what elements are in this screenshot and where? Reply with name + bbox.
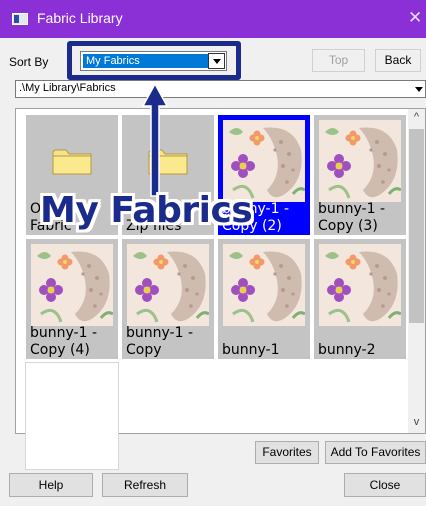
fabric-thumbnail bbox=[319, 244, 402, 326]
fabric-thumbnail bbox=[31, 244, 114, 326]
item-label: bunny-1 - bbox=[318, 201, 386, 217]
fabric-item[interactable]: bunny-1 - Copy (4) bbox=[25, 238, 119, 360]
help-button[interactable]: Help bbox=[9, 473, 93, 497]
path-value: .\My Library\Fabrics bbox=[19, 82, 116, 94]
annotation-callout-text: My Fabrics bbox=[40, 190, 253, 231]
scroll-down-icon[interactable]: v bbox=[408, 416, 425, 430]
add-to-favorites-button[interactable]: Add To Favorites bbox=[325, 441, 426, 464]
fabric-item[interactable]: bunny-1 - Copy bbox=[121, 238, 215, 360]
fabric-library-window: Fabric Library ✕ Sort By My Fabrics Top … bbox=[0, 0, 426, 506]
favorites-button[interactable]: Favorites bbox=[255, 441, 319, 464]
folder-icon bbox=[52, 147, 92, 175]
sort-by-label: Sort By bbox=[9, 55, 49, 69]
scroll-thumb[interactable] bbox=[409, 129, 424, 323]
fabric-thumbnail bbox=[223, 244, 306, 326]
back-button[interactable]: Back bbox=[375, 49, 421, 72]
close-button[interactable]: Close bbox=[344, 473, 426, 497]
scroll-up-icon[interactable]: ^ bbox=[408, 111, 425, 125]
item-label: bunny-2 bbox=[318, 342, 376, 358]
item-label: Copy (4) bbox=[30, 342, 90, 358]
fabric-grid: Ot Fabric Zip files bunny-1 - Copy (2) bun… bbox=[15, 108, 426, 470]
title-bar: Fabric Library ✕ bbox=[0, 0, 426, 38]
window-title: Fabric Library bbox=[37, 10, 123, 26]
item-label: Copy (3) bbox=[318, 218, 378, 234]
top-button[interactable]: Top bbox=[312, 49, 365, 72]
folder-icon bbox=[148, 147, 188, 175]
empty-item[interactable] bbox=[25, 362, 119, 470]
chevron-down-icon[interactable] bbox=[413, 82, 425, 96]
path-dropdown[interactable]: .\My Library\Fabrics bbox=[15, 80, 426, 98]
close-window-button[interactable]: ✕ bbox=[408, 8, 422, 28]
fabric-item[interactable]: bunny-2 bbox=[313, 238, 407, 360]
annotation-highlight-box bbox=[67, 41, 241, 80]
fabric-item[interactable]: bunny-1 - Copy (3) bbox=[313, 114, 407, 236]
refresh-button[interactable]: Refresh bbox=[102, 473, 188, 497]
fabric-thumbnail bbox=[319, 120, 402, 202]
item-label: Copy bbox=[126, 342, 162, 358]
app-icon bbox=[12, 13, 28, 25]
item-label: bunny-1 - bbox=[126, 325, 194, 341]
item-label: bunny-1 bbox=[222, 342, 280, 358]
vertical-scrollbar[interactable]: ^ v bbox=[408, 109, 425, 433]
fabric-item[interactable]: bunny-1 bbox=[217, 238, 311, 360]
fabric-thumbnail bbox=[127, 244, 210, 326]
item-label: bunny-1 - bbox=[30, 325, 98, 341]
